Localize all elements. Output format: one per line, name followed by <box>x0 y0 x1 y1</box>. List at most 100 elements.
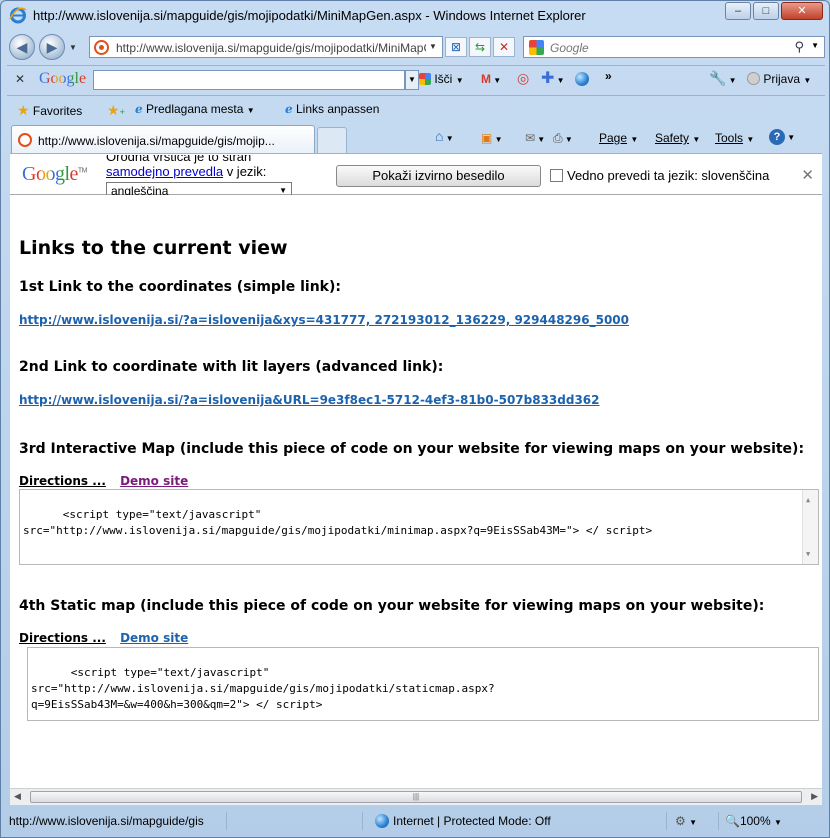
interactive-map-code-textarea[interactable]: <script type="text/javascript" src="http… <box>19 489 819 565</box>
user-avatar-icon <box>747 72 760 85</box>
section-3-title: 3rd Interactive Map (include this piece … <box>19 441 805 457</box>
code-scrollbar[interactable]: ▲ ▼ <box>802 490 818 564</box>
home-icon[interactable]: ⌂ ▼ <box>435 128 454 144</box>
settings-icon: ⚙ <box>675 814 686 828</box>
safety-menu-button[interactable]: Safety ▼ <box>655 131 700 145</box>
google-spiral-icon[interactable]: ◎ <box>517 70 529 87</box>
pagerank-icon[interactable] <box>575 72 593 86</box>
address-bar[interactable]: http://www.islovenija.si/mapguide/gis/mo… <box>89 36 443 58</box>
close-button[interactable]: ✕ <box>781 2 823 20</box>
zoom-button[interactable]: 🔍100% ▼ <box>721 812 823 830</box>
history-dropdown-icon[interactable]: ▼ <box>69 43 77 52</box>
maximize-button[interactable]: □ <box>753 2 779 20</box>
auto-translated-link[interactable]: samodejno prevedla <box>106 164 223 179</box>
static-directions-link[interactable]: Directions ... <box>19 631 106 645</box>
stop-button[interactable]: ✕ <box>493 37 515 57</box>
static-demo-site-link[interactable]: Demo site <box>120 631 188 645</box>
compatibility-view-button[interactable]: ⊠ <box>445 37 467 57</box>
tab-current[interactable]: http://www.islovenija.si/mapguide/gis/mo… <box>11 125 315 153</box>
help-button[interactable]: ? ▼ <box>769 129 795 145</box>
section-4-links: Directions ... Demo site <box>19 631 188 645</box>
status-progress <box>233 812 363 830</box>
close-translate-bar-icon[interactable]: ✕ <box>801 166 814 184</box>
language-select[interactable]: angleščina ▼ <box>106 182 292 196</box>
new-tab-button[interactable] <box>317 127 347 153</box>
security-zone[interactable]: Internet | Protected Mode: Off <box>371 812 667 830</box>
window-title: http://www.islovenija.si/mapguide/gis/mo… <box>33 8 586 23</box>
close-toolbar-icon[interactable]: ✕ <box>15 72 25 86</box>
favorites-button[interactable]: ★ Favorites <box>17 102 82 119</box>
section-2-title: 2nd Link to coordinate with lit layers (… <box>19 359 444 375</box>
page-title: Links to the current view <box>19 237 288 259</box>
always-translate-label: Vedno prevedi ta jezik: slovenščina <box>567 168 770 183</box>
signin-button[interactable]: Prijava ▼ <box>747 72 811 86</box>
google-toolbar-search-input[interactable] <box>93 70 405 90</box>
print-icon[interactable]: ⎙ ▼ <box>553 131 573 146</box>
google-toolbar-search-dropdown[interactable]: ▼ <box>405 70 419 90</box>
simple-link[interactable]: http://www.islovenija.si/?a=islovenija&x… <box>19 313 629 327</box>
tab-row: http://www.islovenija.si/mapguide/gis/mo… <box>7 123 825 153</box>
tab-favicon-icon <box>18 133 32 147</box>
interactive-directions-link[interactable]: Directions ... <box>19 474 106 488</box>
back-arrow-icon: ◀ <box>16 39 28 55</box>
favorites-star-icon: ★ <box>17 102 30 118</box>
internet-globe-icon <box>375 814 389 828</box>
scroll-right-icon[interactable]: ▶ <box>811 791 818 802</box>
title-bar: http://www.islovenija.si/mapguide/gis/mo… <box>1 1 829 31</box>
favorites-bar: ★ Favorites ★+ ℯ Predlagana mesta ▼ ℯ Li… <box>7 95 825 123</box>
feeds-icon[interactable]: ▣ ▼ <box>481 131 502 145</box>
horizontal-scrollbar[interactable]: ◀ ||| ▶ <box>10 788 822 805</box>
section-3-links: Directions ... Demo site <box>19 474 188 488</box>
google-search-button[interactable]: Išči ▼ <box>419 72 464 86</box>
address-input[interactable]: http://www.islovenija.si/mapguide/gis/mo… <box>116 41 426 55</box>
suggested-sites-button[interactable]: ℯ Predlagana mesta ▼ <box>135 102 255 116</box>
forward-button[interactable]: ▶ <box>39 34 65 60</box>
site-favicon-icon <box>94 40 109 55</box>
refresh-button[interactable]: ⇆ <box>469 37 491 57</box>
search-icon[interactable]: ⚲ <box>794 39 804 55</box>
mail-icon[interactable]: ✉ ▼ <box>525 131 545 145</box>
scroll-left-icon[interactable]: ◀ <box>14 791 21 802</box>
compatibility-icon: ⊠ <box>450 40 462 54</box>
google-toolbar-logo[interactable]: Google <box>39 70 86 88</box>
ie-window: http://www.islovenija.si/mapguide/gis/mo… <box>0 0 830 838</box>
minimize-button[interactable]: – <box>725 2 751 20</box>
google-toolbar: ✕ Google ▼ Išči ▼ M ▼ ◎ ✚ ▼ » 🔧 ▼ Prijav… <box>7 65 825 93</box>
help-icon: ? <box>769 129 785 145</box>
translate-message: Orodna vrstica je to stran samodejno pre… <box>106 155 267 179</box>
show-original-button[interactable]: Pokaži izvirno besedilo <box>336 165 541 187</box>
add-favorites-icon[interactable]: ★+ <box>107 102 125 119</box>
search-input[interactable]: Google <box>550 41 589 55</box>
gmail-icon[interactable]: M ▼ <box>481 72 501 86</box>
links-customize-button[interactable]: ℯ Links anpassen <box>285 102 379 116</box>
forward-arrow-icon: ▶ <box>46 39 58 55</box>
page-icon: ℯ <box>285 102 293 116</box>
back-button[interactable]: ◀ <box>9 34 35 60</box>
section-4-title: 4th Static map (include this piece of co… <box>19 598 765 614</box>
popup-blocker-button[interactable]: ⚙ ▼ <box>669 812 719 830</box>
add-button-icon[interactable]: ✚ ▼ <box>541 68 565 88</box>
address-row: ◀ ▶ ▼ http://www.islovenija.si/mapguide/… <box>1 31 829 63</box>
refresh-icon: ⇆ <box>474 40 486 54</box>
ie-logo-icon <box>9 7 27 24</box>
stop-icon: ✕ <box>498 40 510 54</box>
search-box[interactable]: Google ⚲ ▼ <box>523 36 825 58</box>
static-map-code-textarea[interactable]: <script type="text/javascript" src="http… <box>27 647 819 721</box>
google-translate-bar: GoogleTM Orodna vrstica je to stran samo… <box>10 153 822 196</box>
address-dropdown-icon[interactable]: ▼ <box>426 39 440 55</box>
ie-page-icon: ℯ <box>135 102 143 116</box>
search-dropdown-icon[interactable]: ▼ <box>811 41 819 50</box>
scroll-thumb[interactable]: ||| <box>30 791 802 803</box>
page-menu-button[interactable]: Page ▼ <box>599 131 638 145</box>
wrench-settings-icon[interactable]: 🔧 ▼ <box>709 70 737 87</box>
interactive-demo-site-link[interactable]: Demo site <box>120 474 188 488</box>
status-url: http://www.islovenija.si/mapguide/gis <box>9 812 227 830</box>
advanced-link[interactable]: http://www.islovenija.si/?a=islovenija&U… <box>19 393 600 407</box>
status-bar: http://www.islovenija.si/mapguide/gis In… <box>7 809 825 833</box>
tools-menu-button[interactable]: Tools ▼ <box>715 131 754 145</box>
more-tools-button[interactable]: » <box>605 69 612 83</box>
always-translate-checkbox[interactable] <box>550 169 563 182</box>
google-search-provider-icon <box>529 40 544 55</box>
window-controls: – □ ✕ <box>723 2 823 20</box>
section-1-title: 1st Link to the coordinates (simple link… <box>19 279 341 295</box>
